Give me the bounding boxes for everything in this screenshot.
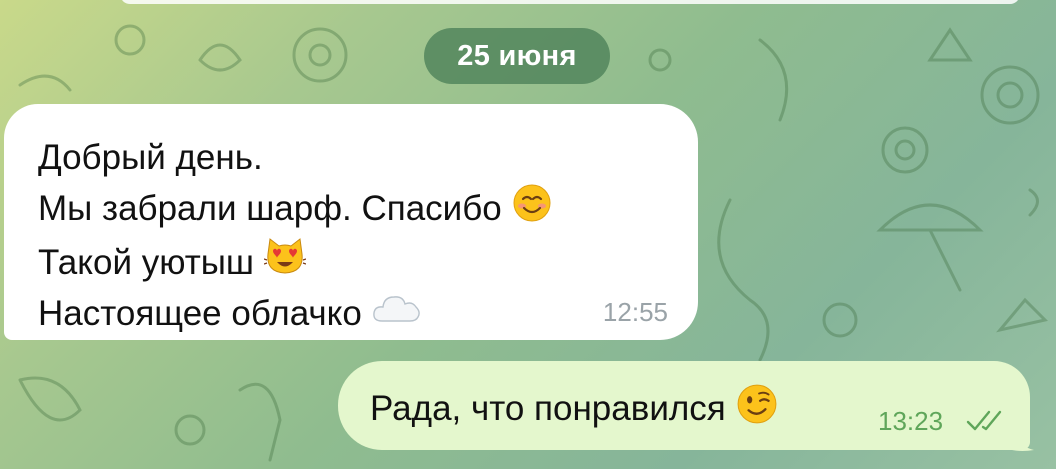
smiling-face-icon <box>512 183 552 237</box>
message-line: Такой уютыш <box>38 236 698 290</box>
incoming-message-bubble[interactable]: Добрый день. Мы забрали шарф. Спасибо Та… <box>4 104 698 340</box>
double-check-read-icon <box>966 409 1010 438</box>
message-time: 12:55 <box>602 297 668 327</box>
cloud-icon <box>372 290 422 339</box>
message-time: 13:23 <box>878 406 944 436</box>
winking-face-icon <box>736 383 778 434</box>
message-line-text: Добрый день. <box>38 138 263 177</box>
message-line: Рада, что понравился <box>370 383 778 434</box>
outgoing-bubble-tail <box>1012 432 1034 451</box>
message-line-text: Мы забрали шарф. Спасибо <box>38 189 502 228</box>
message-line-text: Такой уютыш <box>38 242 254 282</box>
message-line: Мы забрали шарф. Спасибо <box>38 183 698 237</box>
previous-message-bubble-edge <box>120 0 1020 4</box>
heart-eyes-cat-icon <box>263 236 307 290</box>
outgoing-message-bubble[interactable]: Рада, что понравился 13:23 <box>338 361 1030 450</box>
message-line: Настоящее облачко <box>38 290 698 339</box>
message-line: Добрый день. <box>38 134 698 183</box>
message-line-text: Настоящее облачко <box>38 293 362 333</box>
date-separator: 25 июня <box>424 28 610 84</box>
message-line-text: Рада, что понравился <box>370 388 726 428</box>
